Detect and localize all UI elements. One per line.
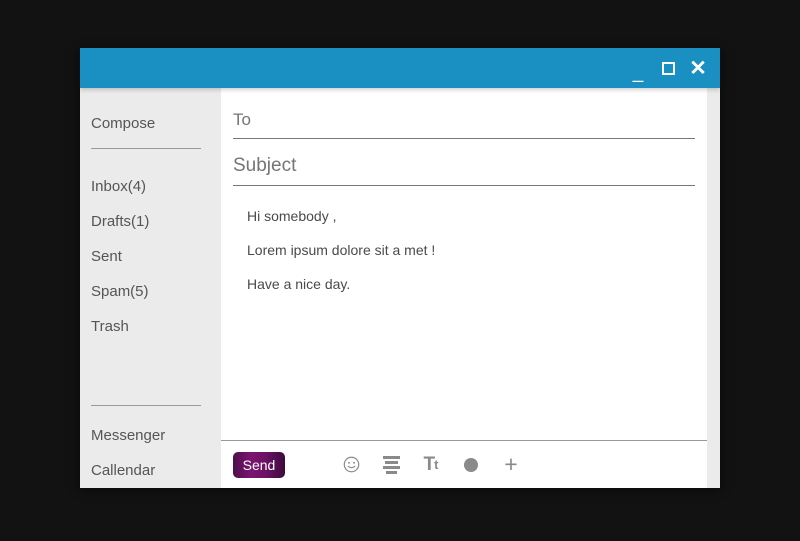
- message-line: Lorem ipsum dolore sit a met !: [247, 241, 436, 258]
- sidebar: Compose Inbox(4) Drafts(1) Sent Spam(5): [80, 88, 221, 488]
- message-line: Hi somebody ,: [247, 208, 337, 224]
- emoji-icon[interactable]: [331, 450, 371, 480]
- align-bar: [385, 470, 397, 474]
- text-size-big-glyph: T: [423, 453, 436, 475]
- message-body-editor[interactable]: Hi somebody , Lorem ipsum dolore sit a m…: [221, 186, 707, 440]
- compose-panel: Hi somebody , Lorem ipsum dolore sit a m…: [221, 88, 707, 488]
- message-line: Have a nice day.: [247, 275, 351, 292]
- sidebar-item-compose[interactable]: Compose: [80, 112, 221, 134]
- sidebar-item-label: Compose: [91, 114, 156, 132]
- toolbar-icon-group: Tt +: [331, 450, 531, 480]
- align-bar: [384, 460, 398, 464]
- send-button[interactable]: Send: [233, 451, 285, 478]
- sidebar-divider-bottom: [91, 405, 201, 406]
- to-field-row: [233, 88, 695, 139]
- sidebar-item-trash[interactable]: Trash: [80, 309, 221, 344]
- sidebar-item-label: Drafts(1): [91, 213, 150, 230]
- screen-background: _ ✕ Compose Inbox(4) Drafts(1) Sent Spam…: [0, 0, 800, 541]
- mail-client-window: _ ✕ Compose Inbox(4) Drafts(1) Sent Spam…: [80, 48, 720, 488]
- minimize-icon[interactable]: _: [625, 55, 651, 82]
- sidebar-item-inbox[interactable]: Inbox(4): [80, 169, 221, 204]
- sidebar-item-drafts[interactable]: Drafts(1): [80, 204, 221, 239]
- align-bar: [382, 455, 400, 459]
- sidebar-item-sent[interactable]: Sent: [80, 239, 221, 274]
- add-icon[interactable]: +: [491, 450, 531, 480]
- sidebar-divider-top: [91, 148, 201, 149]
- align-bar: [382, 465, 400, 469]
- window-title-bar: _ ✕: [80, 48, 720, 88]
- circle-glyph: [464, 457, 478, 472]
- sidebar-app-list: Messenger Callendar: [80, 418, 221, 488]
- subject-input[interactable]: [233, 155, 695, 177]
- close-icon[interactable]: ✕: [685, 55, 711, 81]
- sidebar-item-label: Callendar: [91, 462, 156, 479]
- align-left-icon[interactable]: [371, 450, 411, 480]
- sidebar-item-spam[interactable]: Spam(5): [80, 274, 221, 309]
- window-content: Compose Inbox(4) Drafts(1) Sent Spam(5): [80, 88, 720, 488]
- compose-fields: [221, 88, 707, 186]
- text-size-small-glyph: t: [434, 457, 439, 472]
- sidebar-item-messenger[interactable]: Messenger: [80, 418, 221, 453]
- text-size-icon[interactable]: Tt: [411, 450, 451, 480]
- sidebar-item-label: Inbox(4): [91, 178, 147, 195]
- sidebar-folder-list: Inbox(4) Drafts(1) Sent Spam(5) Trash: [80, 169, 221, 344]
- compose-toolbar: Send T t +: [221, 440, 707, 488]
- to-input[interactable]: [233, 110, 695, 130]
- sidebar-item-label: Messenger: [91, 427, 166, 444]
- sidebar-item-label: Sent: [91, 248, 122, 265]
- sidebar-item-calendar[interactable]: Callendar: [80, 453, 221, 488]
- attachment-circle-icon[interactable]: [451, 450, 491, 480]
- maximize-icon[interactable]: [655, 55, 681, 81]
- sidebar-item-label: Spam(5): [91, 283, 149, 300]
- subject-field-row: [233, 139, 695, 186]
- maximize-square-glyph: [661, 61, 675, 75]
- sidebar-item-label: Trash: [91, 318, 129, 335]
